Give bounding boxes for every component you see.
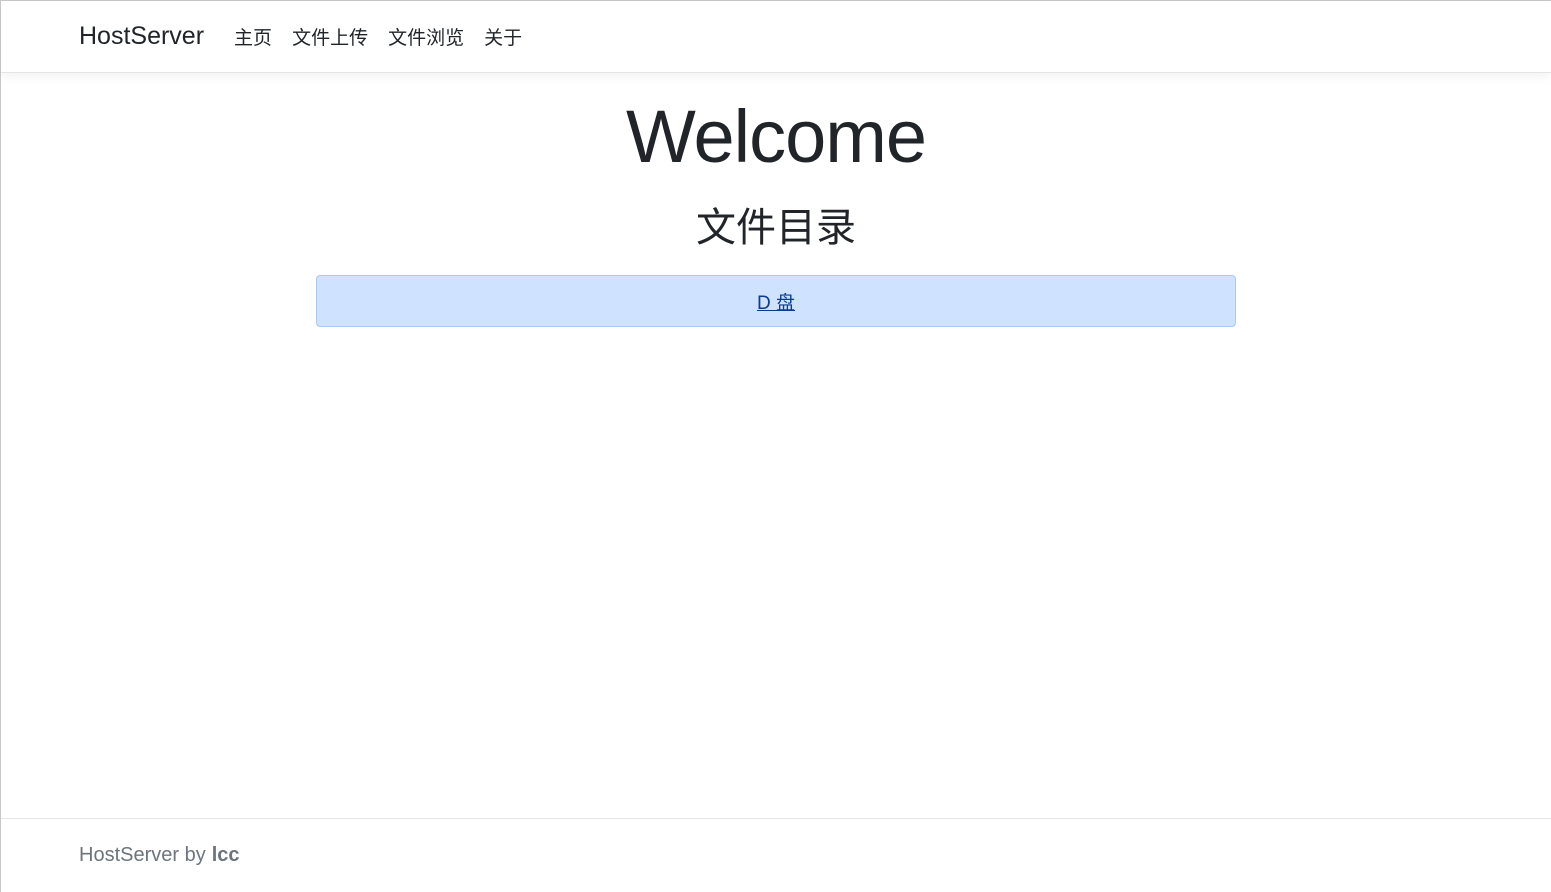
footer-author: lcc <box>211 844 240 866</box>
nav-browse[interactable]: 文件浏览 <box>388 23 464 50</box>
navbar: HostServer 主页 文件上传 文件浏览 关于 <box>1 1 1551 73</box>
footer: HostServer by lcc <box>1 818 1551 892</box>
drive-d-link[interactable]: D 盘 <box>757 288 795 315</box>
nav-home[interactable]: 主页 <box>234 23 272 50</box>
nav-upload[interactable]: 文件上传 <box>292 23 368 50</box>
section-title: 文件目录 <box>696 206 856 250</box>
page-title: Welcome <box>625 95 927 178</box>
nav-about[interactable]: 关于 <box>484 23 522 50</box>
footer-text: HostServer by <box>79 844 206 866</box>
brand-link[interactable]: HostServer <box>79 22 204 51</box>
drive-d-item[interactable]: D 盘 <box>316 275 1236 327</box>
